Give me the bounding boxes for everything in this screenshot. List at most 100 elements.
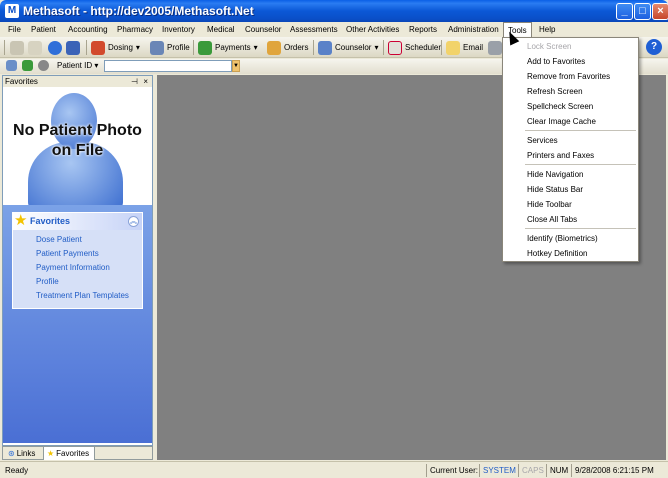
menu-medical[interactable]: Medical: [203, 22, 239, 37]
menu-separator: [525, 130, 636, 131]
scheduler-label: Scheduler: [405, 43, 442, 52]
favorite-link-payment-information[interactable]: Payment Information: [36, 263, 110, 272]
menu-reports[interactable]: Reports: [405, 22, 441, 37]
counselor-label: Counselor: [335, 43, 372, 52]
star-icon[interactable]: [28, 39, 42, 56]
favorite-link-profile[interactable]: Profile: [36, 277, 59, 286]
menu-item-lock-screen[interactable]: Lock Screen: [503, 39, 638, 54]
no-photo-line2: on File: [51, 142, 104, 159]
orders-icon: [267, 40, 281, 55]
tab-favorites[interactable]: ★ Favorites: [43, 447, 95, 460]
menu-item-add-to-favorites[interactable]: Add to Favorites: [503, 54, 638, 69]
tools-menu: Lock Screen Add to Favorites Remove from…: [502, 37, 639, 262]
favorites-pane-tabs: ⊛ Links ★ Favorites: [2, 446, 153, 460]
menu-item-remove-from-favorites[interactable]: Remove from Favorites: [503, 69, 638, 84]
menu-accounting[interactable]: Accounting: [64, 22, 112, 37]
status-bar: Ready Current User: SYSTEM CAPS NUM 9/28…: [0, 461, 668, 478]
menu-separator: [525, 164, 636, 165]
menu-item-hide-navigation[interactable]: Hide Navigation: [503, 167, 638, 182]
patient-photo: No Patient Photo on File: [3, 87, 152, 205]
calendar-icon: [388, 40, 402, 55]
orders-label: Orders: [284, 43, 309, 52]
no-photo-message: No Patient Photo on File: [3, 121, 152, 161]
tab-links-label: Links: [16, 449, 36, 458]
caps-indicator: CAPS: [518, 464, 544, 477]
search-icon[interactable]: [6, 60, 17, 71]
print-icon[interactable]: [488, 39, 502, 56]
tab-links[interactable]: ⊛ Links: [5, 447, 35, 460]
status-datetime: 9/28/2008 6:21:15 PM: [571, 464, 654, 477]
patient-id-selector[interactable]: Patient ID ▾: [57, 60, 98, 72]
no-photo-line1: No Patient Photo: [13, 122, 142, 139]
menu-bar: File Patient Accounting Pharmacy Invento…: [0, 22, 668, 38]
menu-other-activities[interactable]: Other Activities: [342, 22, 403, 37]
menu-inventory[interactable]: Inventory: [158, 22, 199, 37]
refresh-icon[interactable]: [22, 60, 33, 71]
profile-icon: [150, 40, 164, 55]
favorite-link-treatment-plan-templates[interactable]: Treatment Plan Templates: [36, 291, 129, 300]
dosing-label: Dosing: [108, 43, 133, 52]
menu-administration[interactable]: Administration: [444, 22, 503, 37]
profile-label: Profile: [167, 43, 190, 52]
menu-item-spellcheck-screen[interactable]: Spellcheck Screen: [503, 99, 638, 114]
minimize-button[interactable]: _: [616, 3, 633, 20]
collapse-icon[interactable]: ︽: [128, 216, 139, 227]
clear-icon[interactable]: [38, 60, 49, 71]
app-logo-icon: M: [5, 4, 19, 18]
menu-item-printers-and-faxes[interactable]: Printers and Faxes: [503, 148, 638, 163]
pane-close-icon[interactable]: ×: [143, 76, 148, 87]
favorite-link-patient-payments[interactable]: Patient Payments: [36, 249, 99, 258]
help-icon[interactable]: ?: [646, 39, 662, 55]
favorite-link-dose-patient[interactable]: Dose Patient: [36, 235, 82, 244]
dosing-button[interactable]: Dosing ▾: [91, 39, 140, 56]
num-indicator: NUM: [546, 464, 568, 477]
title-bar: M Methasoft - http://dev2005/Methasoft.N…: [0, 0, 668, 22]
current-user-label: Current User:: [426, 464, 478, 477]
menu-pharmacy[interactable]: Pharmacy: [113, 22, 157, 37]
profile-button[interactable]: Profile: [150, 39, 190, 56]
menu-help[interactable]: Help: [535, 22, 559, 37]
status-ready: Ready: [5, 466, 29, 475]
browser-icon[interactable]: [48, 39, 62, 56]
counselor-button[interactable]: Counselor ▾: [318, 39, 378, 56]
close-button[interactable]: ×: [652, 3, 668, 20]
favorites-box: ★ Favorites ︽ Dose Patient Patient Payme…: [12, 212, 143, 309]
links-icon: ⊛: [8, 449, 15, 458]
toolbar-grip: [4, 40, 5, 55]
current-user-value: SYSTEM: [479, 464, 516, 477]
lock-icon[interactable]: [10, 39, 24, 56]
star-icon: ★: [14, 212, 28, 229]
menu-item-refresh-screen[interactable]: Refresh Screen: [503, 84, 638, 99]
payments-icon: [198, 40, 212, 55]
spellcheck-icon[interactable]: [66, 39, 80, 56]
tab-favorites-label: Favorites: [56, 449, 90, 458]
menu-item-hotkey-definition[interactable]: Hotkey Definition: [503, 246, 638, 261]
menu-file[interactable]: File: [4, 22, 25, 37]
menu-item-close-all-tabs[interactable]: Close All Tabs: [503, 212, 638, 227]
menu-item-identify-biometrics[interactable]: Identify (Biometrics): [503, 231, 638, 246]
star-icon: ★: [47, 449, 55, 458]
scheduler-button[interactable]: Scheduler: [388, 39, 441, 56]
window-title: Methasoft - http://dev2005/Methasoft.Net: [23, 4, 254, 18]
menu-counselor[interactable]: Counselor: [241, 22, 285, 37]
menu-item-hide-status-bar[interactable]: Hide Status Bar: [503, 182, 638, 197]
payments-button[interactable]: Payments ▾: [198, 39, 258, 56]
menu-item-clear-image-cache[interactable]: Clear Image Cache: [503, 114, 638, 129]
email-button[interactable]: Email: [446, 39, 483, 56]
favorites-pane-title: Favorites: [5, 77, 38, 86]
pin-icon[interactable]: ⊣: [131, 76, 138, 87]
patient-dropdown-button[interactable]: ▼: [232, 60, 240, 72]
email-label: Email: [463, 43, 484, 52]
favorites-pane-header: Favorites ⊣ ×: [3, 76, 152, 87]
favorites-box-title: Favorites: [30, 216, 71, 226]
maximize-button[interactable]: □: [634, 3, 651, 20]
favorites-box-header[interactable]: ★ Favorites ︽: [13, 213, 142, 230]
menu-item-hide-toolbar[interactable]: Hide Toolbar: [503, 197, 638, 212]
patient-search-input[interactable]: [104, 60, 232, 72]
orders-button[interactable]: Orders: [267, 39, 308, 56]
counselor-icon: [318, 40, 332, 55]
envelope-icon: [446, 40, 460, 55]
menu-patient[interactable]: Patient: [27, 22, 60, 37]
menu-assessments[interactable]: Assessments: [286, 22, 342, 37]
menu-item-services[interactable]: Services: [503, 133, 638, 148]
